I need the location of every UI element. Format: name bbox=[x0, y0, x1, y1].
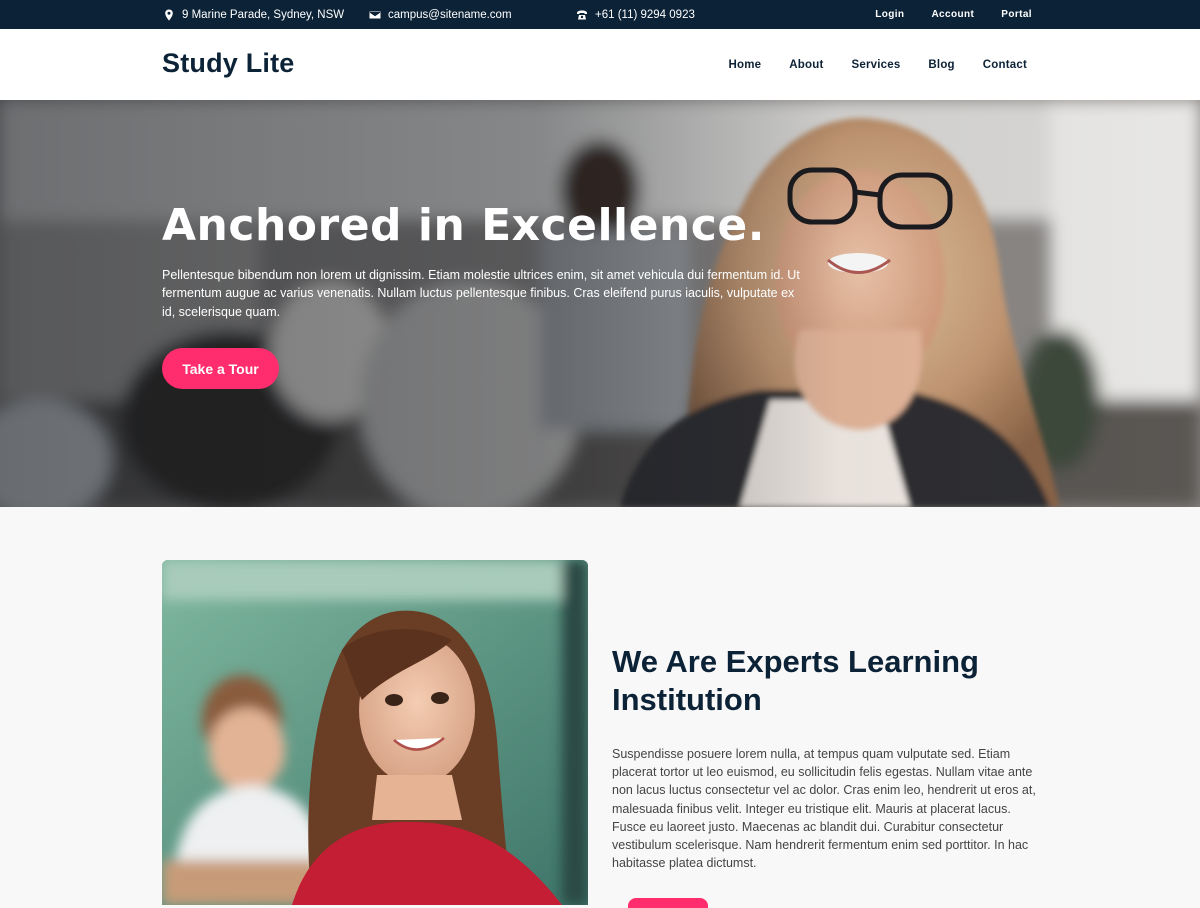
envelope-icon bbox=[369, 11, 381, 18]
about-title: We Are Experts Learning Institution bbox=[612, 644, 979, 717]
top-links: Login Account Portal bbox=[848, 0, 1032, 29]
phone-info[interactable]: +61 (11) 9294 0923 bbox=[576, 0, 695, 29]
email-text[interactable]: campus@sitename.com bbox=[388, 9, 512, 21]
login-link[interactable]: Login bbox=[875, 9, 904, 20]
portal-link[interactable]: Portal bbox=[1001, 9, 1032, 20]
nav-home[interactable]: Home bbox=[729, 59, 762, 71]
nav-contact[interactable]: Contact bbox=[983, 59, 1027, 71]
nav-about[interactable]: About bbox=[789, 59, 823, 71]
take-a-tour-button[interactable]: Take a Tour bbox=[162, 348, 279, 389]
address-info: 9 Marine Parade, Sydney, NSW bbox=[163, 0, 344, 29]
about-text: Suspendisse posuere lorem nulla, at temp… bbox=[612, 747, 1036, 871]
about-image bbox=[162, 560, 588, 905]
site-header: Study Lite Home About Services Blog Cont… bbox=[0, 29, 1200, 100]
hero-text: Pellentesque bibendum non lorem ut digni… bbox=[162, 268, 800, 319]
hero-title: Anchored in Excellence. bbox=[162, 200, 765, 251]
student-photo bbox=[162, 560, 588, 905]
nav-services[interactable]: Services bbox=[852, 59, 901, 71]
main-nav: Home About Services Blog Contact bbox=[701, 29, 1027, 100]
phone-icon bbox=[577, 10, 587, 19]
site-logo[interactable]: Study Lite bbox=[162, 48, 295, 79]
hero-section: Anchored in Excellence. Pellentesque bib… bbox=[0, 100, 1200, 507]
address-text: 9 Marine Parade, Sydney, NSW bbox=[182, 8, 345, 21]
phone-text[interactable]: +61 (11) 9294 0923 bbox=[595, 9, 695, 21]
account-link[interactable]: Account bbox=[931, 9, 974, 20]
top-bar: 9 Marine Parade, Sydney, NSW campus@site… bbox=[0, 0, 1200, 29]
email-info[interactable]: campus@sitename.com bbox=[369, 0, 512, 29]
nav-blog[interactable]: Blog bbox=[928, 59, 954, 71]
map-pin-icon bbox=[165, 9, 173, 20]
